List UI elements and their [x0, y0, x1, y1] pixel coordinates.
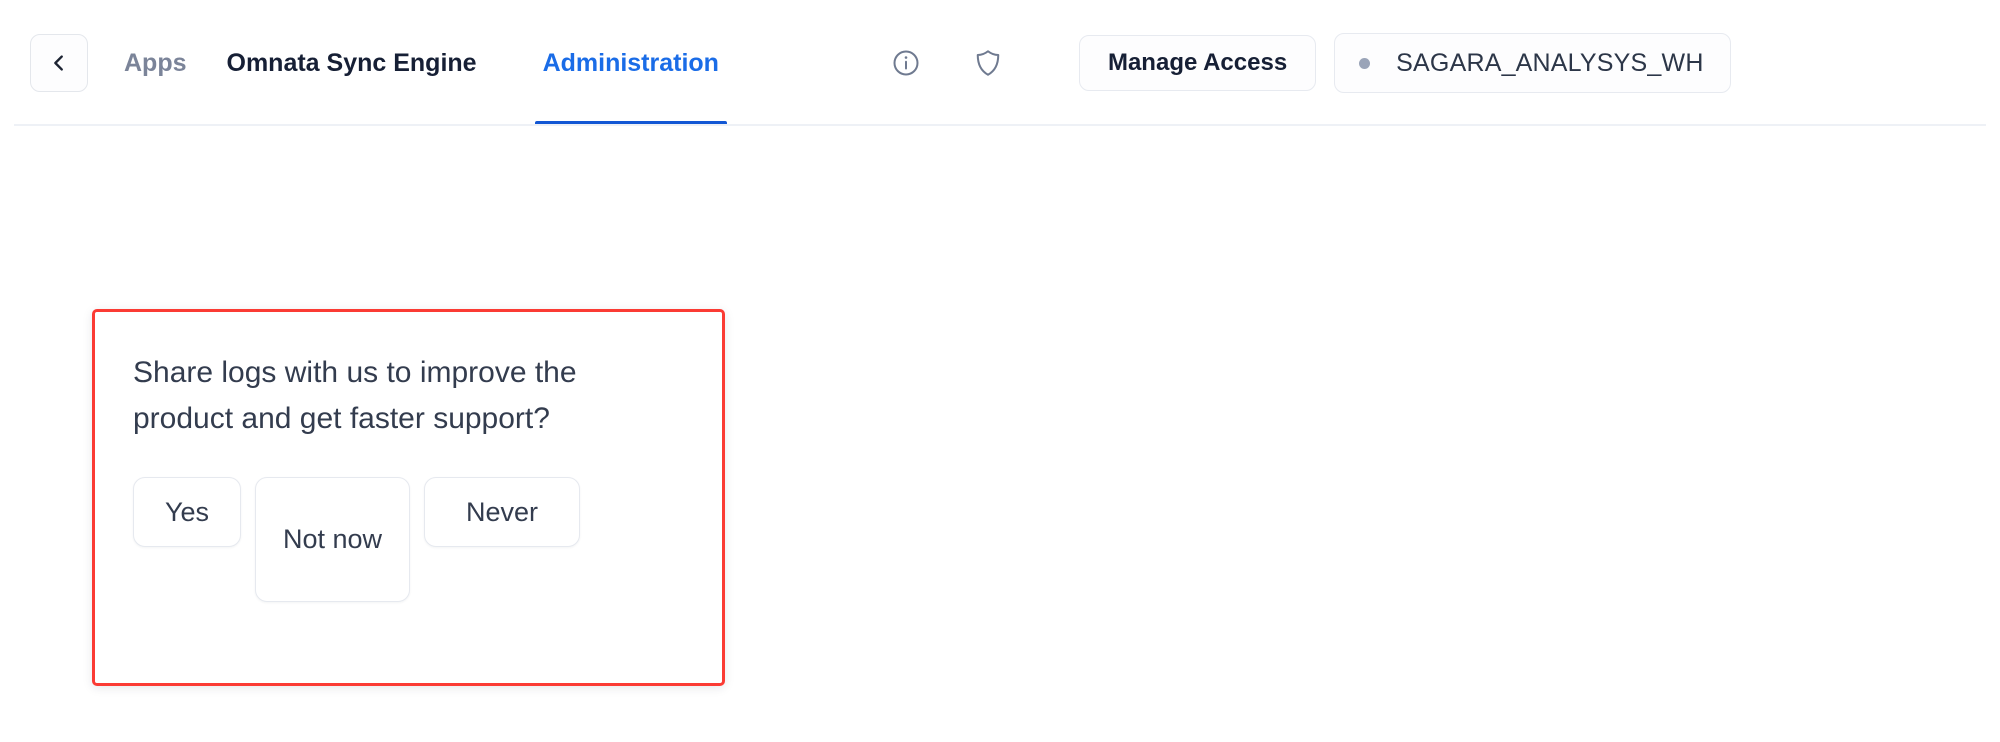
warehouse-name: SAGARA_ANALYSYS_WH — [1396, 48, 1704, 77]
header-toolbar: Apps Omnata Sync Engine Administration M… — [0, 0, 2000, 126]
consent-yes-button[interactable]: Yes — [133, 477, 241, 548]
shield-icon[interactable] — [971, 46, 1005, 80]
page-title: Omnata Sync Engine — [226, 48, 477, 77]
tab-administration[interactable]: Administration — [534, 0, 727, 126]
warehouse-status-dot — [1359, 57, 1371, 69]
chevron-left-icon — [48, 52, 70, 74]
telemetry-consent-card: Share logs with us to improve the produc… — [92, 309, 725, 686]
info-icon[interactable] — [889, 46, 923, 80]
manage-access-button[interactable]: Manage Access — [1078, 35, 1317, 91]
consent-question-text: Share logs with us to improve the produc… — [133, 356, 577, 435]
app-header: Apps Omnata Sync Engine Administration M… — [0, 0, 2000, 128]
consent-never-button[interactable]: Never — [424, 477, 580, 548]
header-icon-group — [889, 46, 1005, 80]
main-content: Share logs with us to improve the produc… — [0, 128, 2000, 742]
tab-administration-label: Administration — [542, 48, 719, 77]
header-divider — [14, 124, 1986, 126]
consent-not-now-button[interactable]: Not now — [255, 477, 410, 603]
consent-button-group: Yes Not now Never — [133, 477, 684, 603]
back-button[interactable] — [30, 34, 88, 92]
breadcrumb-apps[interactable]: Apps — [124, 49, 187, 78]
warehouse-selector[interactable]: SAGARA_ANALYSYS_WH — [1334, 33, 1731, 93]
